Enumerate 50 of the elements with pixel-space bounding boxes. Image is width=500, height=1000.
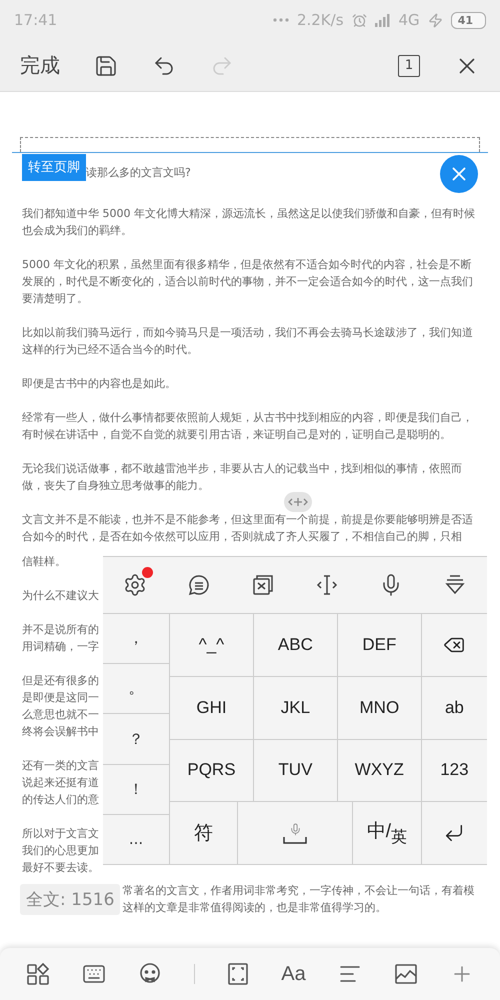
- frame-icon[interactable]: [227, 962, 250, 986]
- clipboard-icon[interactable]: [251, 573, 275, 597]
- body-text: 的传达人们的意: [22, 792, 100, 808]
- shapes-icon[interactable]: [26, 962, 50, 986]
- chart-image-icon[interactable]: [394, 962, 418, 986]
- body-text: 我们的心思更加: [22, 843, 100, 859]
- body-text: 说起来还挺有道: [22, 775, 100, 791]
- body-paragraph: 比如以前我们骑马远行，而如今骑马只是一项活动，我们不再会去骑马长途跋涉了，我们知道这样的行为已经不适合当今的时代。: [22, 325, 474, 358]
- battery-indicator: 41: [450, 12, 486, 28]
- network-type: 4G: [398, 11, 420, 29]
- body-text: 读那么多的文言文吗?: [86, 165, 191, 181]
- body-text: 是即便是这同一: [22, 690, 100, 706]
- body-paragraph: 文言文并不是不能读，也并不是不能参考，但这里面有一个前提，前提是你要能够明辨是否适合如今的时代，是否在如今依然可以应用，否则就成了齐人买履了，不相信自己的脚，只相: [22, 511, 480, 545]
- network-speed: 2.2K/s: [296, 11, 344, 29]
- text-cursor-icon[interactable]: [315, 573, 339, 597]
- clock-time: 17:41: [14, 11, 58, 29]
- body-text: 并不是说所有的: [22, 622, 100, 638]
- body-text: 但是还有很多的: [22, 673, 100, 689]
- charging-icon: [428, 12, 443, 28]
- body-text: 用词精确，一字: [22, 639, 100, 655]
- body-text: 最好不要去读。: [22, 860, 100, 876]
- body-text: 还有一类的文言: [22, 758, 100, 774]
- signal-icon: [374, 13, 391, 27]
- body-text: 这样的文章是非常值得阅读的，也是非常值得学习的。: [122, 900, 388, 916]
- body-text: 所以对于文言文: [22, 826, 100, 842]
- face-icon[interactable]: [138, 962, 162, 986]
- body-text: 信鞋样。: [22, 554, 67, 570]
- settings-icon[interactable]: [123, 573, 147, 597]
- page-count[interactable]: 1: [398, 54, 420, 76]
- microphone-icon: [288, 822, 302, 836]
- body-paragraph: 5000 年文化的积累，虽然里面有很多精华，但是依然有不适合如今时代的内容，社会是不断发展的，时代是不断变化的，适合以前时代的事物，并不一定会适合如今的时代，这一点我们要清楚明了。: [22, 257, 474, 307]
- alarm-icon: [352, 12, 367, 28]
- close-button[interactable]: [440, 155, 478, 193]
- body-paragraph: 经常有一些人，做什么事情都要依照前人规矩，从古书中找到相应的内容，即便是我们自己，有时候在讲话中，自觉不自觉的就要引用古语，来证明自己是对的，证明自己是聪明的。: [22, 410, 474, 443]
- body-text: 常著名的文言文，作者用词非常考究，一字传神，不会让一句话，有着模: [122, 883, 474, 899]
- font-button[interactable]: Aa: [281, 962, 306, 986]
- hide-keyboard-icon[interactable]: [443, 573, 467, 597]
- space-bar-icon: [283, 836, 308, 844]
- chat-bubble-icon[interactable]: [187, 573, 211, 597]
- body-paragraph: 即便是古书中的内容也是如此。: [22, 376, 177, 392]
- body-paragraph: 我们都知道中华 5000 年文化博大精深，源远流长，虽然这足以使我们骄傲和自豪，但有时候也会成为我们的羁绊。: [22, 206, 476, 239]
- more-dots-icon: [272, 18, 289, 22]
- save-icon[interactable]: [94, 54, 118, 78]
- body-paragraph: 无论我们说话做事，都不敢越雷池半步，非要从古人的记载当中，找到相似的事情，依照而做，丧失了自身独立思考做事的能力。: [22, 461, 463, 494]
- body-text: 为什么不建议大: [22, 588, 100, 604]
- done-button[interactable]: 完成: [20, 52, 60, 79]
- body-text: 么意思也就不一: [22, 707, 100, 723]
- body-text: 终将会误解书中: [22, 724, 100, 740]
- move-handle-icon[interactable]: [284, 492, 312, 512]
- word-count-badge: 全文: 1516: [20, 884, 120, 914]
